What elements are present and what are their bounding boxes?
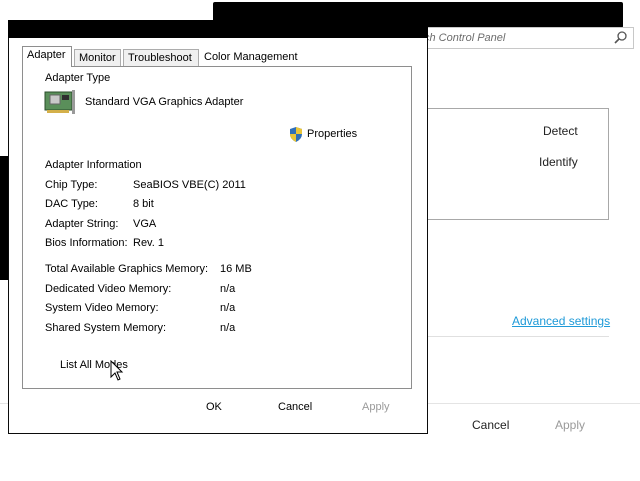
info-label: Chip Type: [45, 179, 98, 191]
adapter-information-heading: Adapter Information [45, 159, 142, 171]
ok-button[interactable]: OK [206, 401, 222, 413]
memory-value: n/a [220, 302, 236, 314]
tab-adapter[interactable]: Adapter [22, 46, 72, 67]
mouse-pointer-icon [110, 360, 124, 381]
memory-label: Shared System Memory: [45, 322, 167, 334]
tab-label: Adapter [27, 49, 66, 61]
tab-troubleshoot[interactable]: Troubleshoot [123, 49, 199, 66]
adapter-name: Standard VGA Graphics Adapter [85, 96, 244, 108]
background-apply-button[interactable]: Apply [555, 418, 585, 432]
memory-value: n/a [220, 283, 236, 295]
advanced-settings-link[interactable]: Advanced settings [512, 314, 610, 328]
info-label: DAC Type: [45, 198, 98, 210]
search-icon[interactable] [613, 30, 629, 46]
tab-label: Monitor [79, 52, 116, 64]
info-value: SeaBIOS VBE(C) 2011 [133, 179, 246, 191]
dialog-titlebar[interactable] [8, 20, 428, 38]
separator [427, 336, 609, 337]
info-value: VGA [133, 218, 157, 230]
shield-icon [290, 127, 302, 142]
background-cancel-button[interactable]: Cancel [472, 418, 509, 432]
detect-button[interactable]: Detect [543, 124, 578, 138]
info-value: 8 bit [133, 198, 154, 210]
apply-button[interactable]: Apply [362, 401, 390, 413]
identify-button[interactable]: Identify [539, 155, 578, 169]
info-label: Bios Information: [45, 237, 128, 249]
graphics-card-icon [44, 90, 75, 114]
info-value: Rev. 1 [133, 237, 164, 249]
memory-value: n/a [220, 322, 236, 334]
memory-value: 16 MB [220, 263, 252, 275]
info-label: Adapter String: [45, 218, 119, 230]
memory-label: Dedicated Video Memory: [45, 283, 172, 295]
memory-label: Total Available Graphics Memory: [45, 263, 209, 275]
tab-label: Color Management [204, 51, 298, 63]
memory-label: System Video Memory: [45, 302, 159, 314]
monitor-display-area [427, 108, 609, 220]
tab-color-management[interactable]: Color Management [200, 49, 300, 66]
tab-monitor[interactable]: Monitor [74, 49, 121, 66]
search-placeholder: ch Control Panel [424, 32, 506, 44]
adapter-properties-dialog: Adapter Monitor Troubleshoot Color Manag… [8, 20, 428, 434]
adapter-tab-panel: Adapter Type Standard VGA Graphics Adapt… [22, 66, 412, 389]
cancel-button[interactable]: Cancel [278, 401, 312, 413]
adapter-type-heading: Adapter Type [45, 72, 111, 84]
properties-label: Properties [307, 128, 358, 140]
tab-label: Troubleshoot [128, 52, 192, 64]
control-panel-search-input[interactable]: ch Control Panel [424, 27, 634, 49]
